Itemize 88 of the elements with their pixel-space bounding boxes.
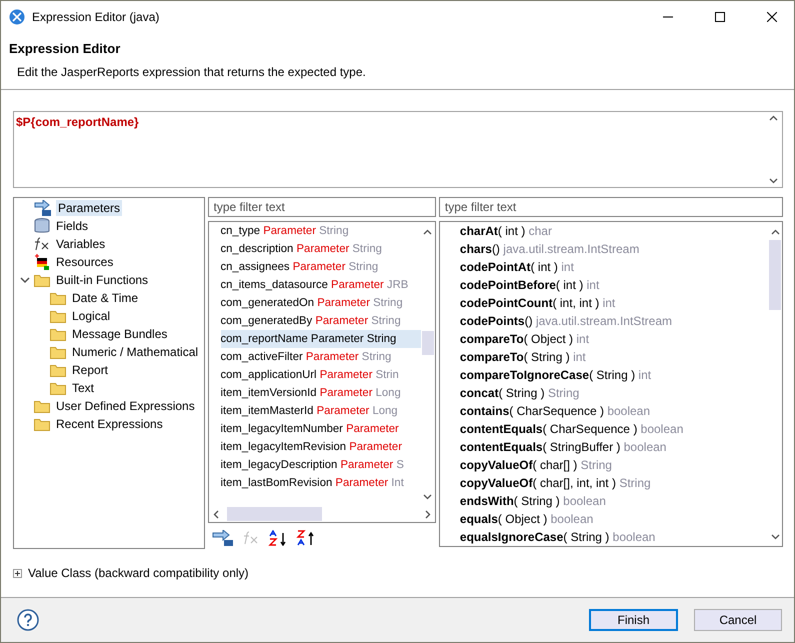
scroll-down-icon[interactable]	[770, 534, 780, 540]
parameter-item[interactable]: item_legacyItemNumber Parameter	[220, 420, 421, 438]
dialog-button[interactable]: Finish	[589, 609, 678, 631]
scroll-up-icon[interactable]	[770, 229, 780, 235]
parameter-item[interactable]: cn_assignees Parameter String	[220, 258, 421, 276]
scroll-left-icon[interactable]	[212, 510, 218, 518]
value-class-label[interactable]: Value Class (backward compatibility only)	[28, 566, 249, 580]
sort-descending-icon[interactable]	[296, 530, 316, 546]
parameter-item[interactable]: item_legacyDescription Parameter S	[220, 456, 421, 474]
parameter-item[interactable]: cn_items_datasource Parameter JRB	[220, 276, 421, 294]
function-item[interactable]: compareTo( String ) int	[460, 348, 768, 366]
parameter-item[interactable]: item_itemMasterId Parameter Long	[220, 402, 421, 420]
parameter-item[interactable]: com_reportName Parameter String	[220, 330, 421, 348]
folder-icon	[50, 310, 66, 322]
expand-icon[interactable]	[13, 568, 22, 578]
folder-icon	[50, 292, 66, 304]
maximize-icon[interactable]	[714, 12, 724, 22]
parameter-item[interactable]: cn_description Parameter String	[220, 240, 421, 258]
folder-icon	[50, 364, 66, 376]
function-item[interactable]: copyValueOf( char[], int, int ) String	[460, 474, 768, 492]
tree-item[interactable]: Variables	[54, 236, 108, 252]
function-item[interactable]: codePointBefore( int ) int	[460, 276, 768, 294]
filter-field[interactable]: type filter text	[438, 197, 783, 217]
scrollbar-thumb[interactable]	[422, 331, 434, 355]
folder-icon	[34, 274, 50, 286]
scroll-up-icon[interactable]	[768, 115, 778, 121]
scroll-down-icon[interactable]	[768, 178, 778, 184]
folder-icon	[50, 382, 66, 394]
tree-item[interactable]: Recent Expressions	[54, 416, 165, 432]
parameter-item[interactable]: item_itemVersionId Parameter Long	[220, 384, 421, 402]
parameter-item[interactable]: com_generatedBy Parameter String	[220, 312, 421, 330]
tree-item[interactable]: Text	[70, 380, 96, 396]
scrollbar-thumb[interactable]	[226, 507, 322, 521]
function-item[interactable]: charAt( int ) char	[460, 222, 768, 240]
expression-field[interactable]: $P{com_reportName}	[13, 111, 783, 188]
dialog-description: Edit the JasperReports expression that returns the expected type.	[16, 65, 367, 79]
function-item[interactable]: equalsIgnoreCase( String ) boolean	[460, 528, 768, 546]
flag-icon	[34, 254, 50, 270]
function-item[interactable]: endsWith( String ) boolean	[460, 492, 768, 510]
tree-item[interactable]: Report	[70, 362, 110, 378]
chevron-icon[interactable]	[20, 275, 30, 285]
tree-item[interactable]: Message Bundles	[70, 326, 170, 342]
function-item[interactable]: compareTo( Object ) int	[460, 330, 768, 348]
folder-icon	[50, 346, 66, 358]
help-icon[interactable]	[17, 609, 39, 631]
parameter-icon	[34, 200, 52, 216]
function-item[interactable]: contentEquals( CharSequence ) boolean	[460, 420, 768, 438]
filter-field[interactable]: type filter text	[208, 197, 436, 217]
folder-icon	[34, 418, 50, 430]
function-icon	[34, 237, 50, 251]
function-item[interactable]: chars() java.util.stream.IntStream	[460, 240, 768, 258]
window-title: Expression Editor (java)	[32, 10, 160, 24]
dialog-title: Expression Editor	[9, 41, 122, 56]
parameter-item[interactable]: cn_type Parameter String	[220, 222, 421, 240]
tree-item[interactable]: Parameters	[56, 200, 122, 216]
scrollbar-thumb[interactable]	[769, 240, 781, 310]
tree-item[interactable]: Numeric / Mathematical	[70, 344, 200, 360]
tree-item[interactable]: Fields	[54, 218, 90, 234]
dialog-button[interactable]: Cancel	[694, 609, 782, 631]
parameter-icon[interactable]	[212, 530, 234, 546]
tree-item[interactable]: Logical	[70, 308, 112, 324]
function-item[interactable]: copyValueOf( char[] ) String	[460, 456, 768, 474]
folder-icon	[50, 328, 66, 340]
tree-item[interactable]: Resources	[54, 254, 116, 270]
app-icon	[9, 8, 25, 24]
parameter-item[interactable]: item_legacyItemRevision Parameter	[220, 438, 421, 456]
parameter-item[interactable]: com_applicationUrl Parameter Strin	[220, 366, 421, 384]
function-item[interactable]: concat( String ) String	[460, 384, 768, 402]
function-item[interactable]: contains( CharSequence ) boolean	[460, 402, 768, 420]
tree-item[interactable]: Built-in Functions	[54, 272, 150, 288]
scroll-down-icon[interactable]	[423, 494, 432, 500]
function-item[interactable]: codePointAt( int ) int	[460, 258, 768, 276]
close-icon[interactable]	[766, 12, 776, 22]
tree-item[interactable]: Date & Time	[70, 290, 140, 306]
scroll-up-icon[interactable]	[423, 229, 432, 235]
scroll-right-icon[interactable]	[424, 510, 431, 518]
function-item[interactable]: compareToIgnoreCase( String ) int	[460, 366, 768, 384]
parameter-item[interactable]: item_lastBomRevision Parameter Int	[220, 474, 421, 492]
function-item[interactable]: contentEquals( StringBuffer ) boolean	[460, 438, 768, 456]
function-item[interactable]: codePoints() java.util.stream.IntStream	[460, 312, 768, 330]
parameter-item[interactable]: com_activeFilter Parameter String	[220, 348, 421, 366]
folder-icon	[34, 400, 50, 412]
database-icon	[34, 218, 50, 234]
parameter-item[interactable]: com_generatedOn Parameter String	[220, 294, 421, 312]
function-item[interactable]: equals( Object ) boolean	[460, 510, 768, 528]
sort-ascending-icon[interactable]	[268, 530, 288, 546]
tree-item[interactable]: User Defined Expressions	[54, 398, 197, 414]
function-item[interactable]: codePointCount( int, int ) int	[460, 294, 768, 312]
